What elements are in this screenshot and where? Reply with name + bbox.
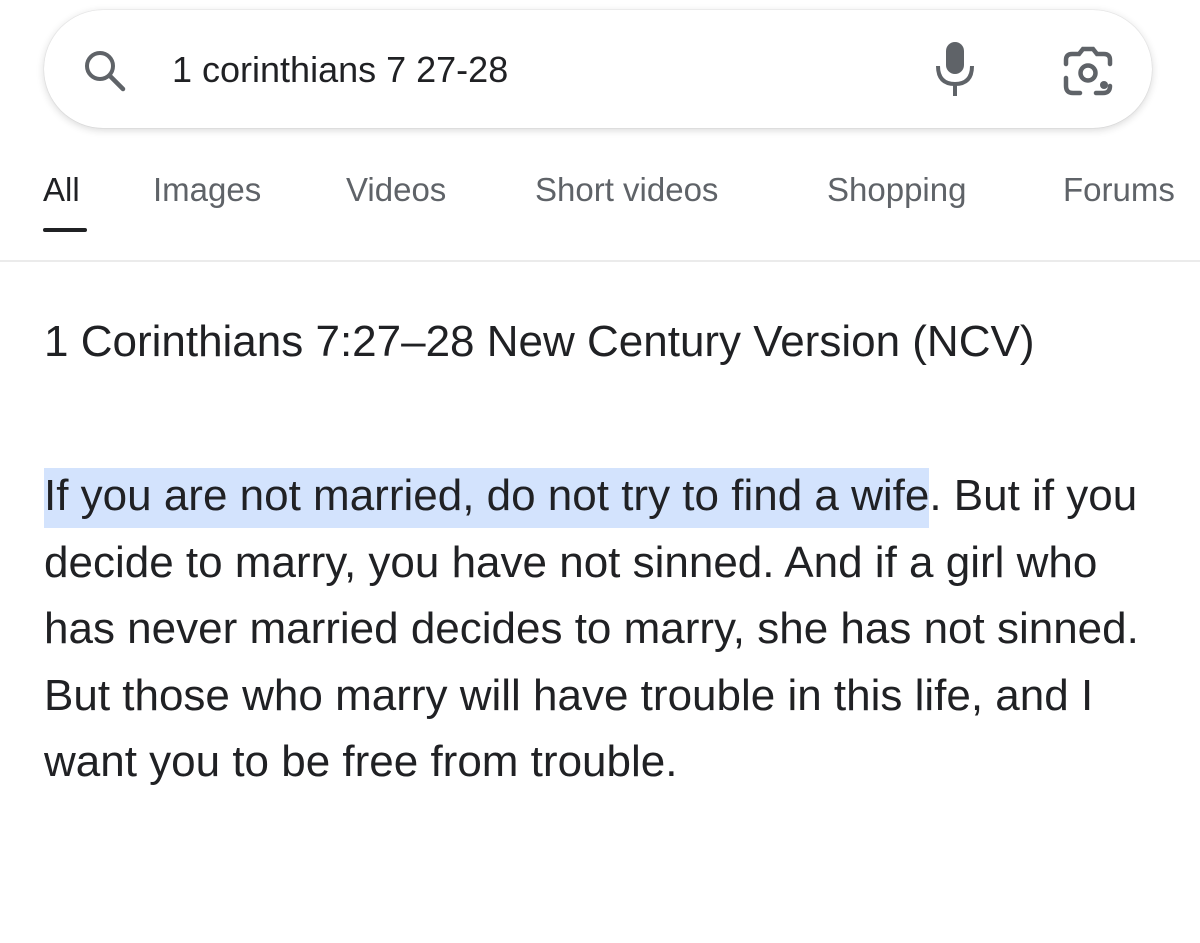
google-lens-icon[interactable] bbox=[1062, 46, 1114, 98]
search-input[interactable]: 1 corinthians 7 27-28 bbox=[172, 44, 508, 96]
search-tabs: All Images Videos Short videos Shopping … bbox=[0, 168, 1200, 232]
result-snippet: If you are not married, do not try to fi… bbox=[44, 463, 1174, 796]
active-tab-indicator bbox=[43, 228, 87, 232]
divider bbox=[0, 260, 1200, 262]
highlighted-passage: If you are not married, do not try to fi… bbox=[44, 468, 930, 528]
tab-short-videos[interactable]: Short videos bbox=[535, 168, 718, 212]
microphone-icon[interactable] bbox=[933, 40, 977, 98]
tab-shopping[interactable]: Shopping bbox=[827, 168, 966, 212]
tab-images[interactable]: Images bbox=[153, 168, 261, 212]
tab-all[interactable]: All bbox=[43, 168, 80, 212]
tab-videos[interactable]: Videos bbox=[346, 168, 446, 212]
tab-forums[interactable]: Forums bbox=[1063, 168, 1175, 212]
result-title[interactable]: 1 Corinthians 7:27–28 New Century Versio… bbox=[44, 313, 1164, 371]
search-icon[interactable] bbox=[82, 48, 128, 94]
